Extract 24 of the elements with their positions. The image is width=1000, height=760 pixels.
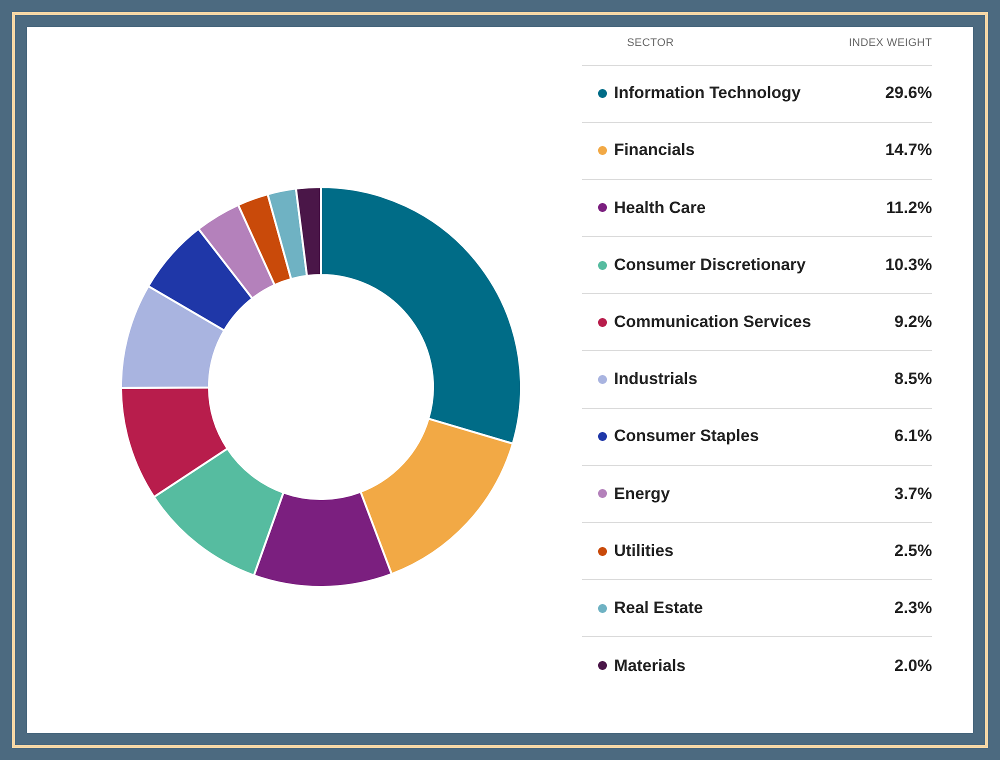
sector-name: Utilities (614, 540, 674, 562)
index-weight: 6.1% (894, 426, 932, 448)
index-weight: 8.5% (894, 369, 932, 390)
sector-name: Real Estate (614, 598, 703, 619)
index-weight: 2.0% (894, 656, 932, 677)
index-weight: 3.7% (894, 484, 932, 505)
index-weight: 9.2% (894, 312, 932, 333)
index-weight: 2.5% (894, 540, 932, 562)
sector-name: Information Technology (614, 83, 801, 104)
sector-name: Materials (614, 656, 686, 677)
sector-name: Financials (614, 140, 695, 162)
sector-name: Consumer Staples (614, 426, 759, 448)
index-weight: 11.2% (886, 198, 932, 219)
sector-name: Health Care (614, 198, 706, 219)
column-header: INDEX WEIGHT (848, 36, 932, 51)
sector-name: Consumer Discretionary (614, 254, 806, 276)
sector-name: Communication Services (614, 312, 812, 333)
column-header: SECTOR (626, 36, 674, 51)
index-weight: 2.3% (894, 598, 932, 619)
sector-name: Industrials (614, 369, 698, 390)
index-weight: 14.7% (885, 140, 932, 162)
sector-name: Energy (614, 484, 670, 505)
index-weight: 29.6% (885, 83, 932, 104)
index-weight: 10.3% (885, 254, 932, 276)
